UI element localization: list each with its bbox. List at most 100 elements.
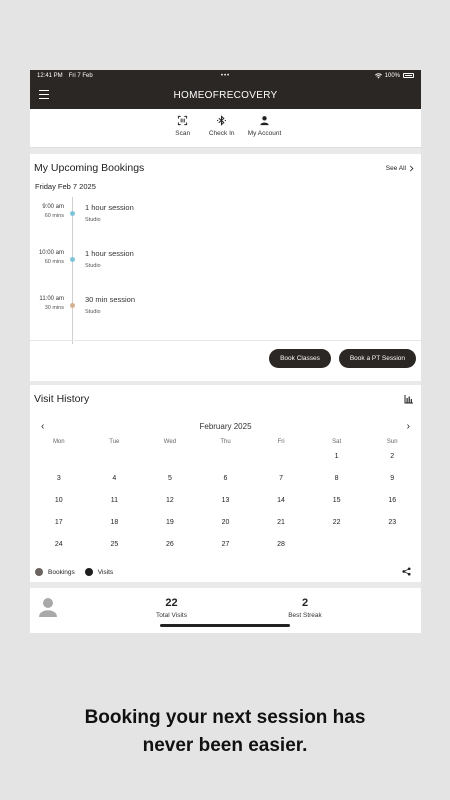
booking-start: 9:00 am [42, 204, 64, 210]
calendar-day[interactable]: 26 [142, 541, 198, 563]
booking-time: 9:00 am 60 mins [30, 203, 64, 221]
calendar-day[interactable]: 25 [87, 541, 143, 563]
weekday-header: Wed [163, 439, 177, 445]
calendar-day[interactable]: 5 [142, 475, 198, 497]
book-pt-session-button[interactable]: Book a PT Session [338, 349, 416, 368]
weekday-header: Tue [109, 439, 120, 445]
visit-history-title: Visit History [34, 393, 90, 405]
booking-item[interactable]: 9:00 am 60 mins 1 hour session Studio [30, 203, 421, 233]
avatar-icon[interactable] [39, 597, 57, 617]
calendar-empty-cell [87, 453, 143, 475]
calendar-day[interactable]: 2 [364, 453, 420, 475]
calendar-day[interactable]: 11 [87, 497, 143, 519]
prev-month-button[interactable]: ‹ [41, 421, 44, 432]
my-account-label: My Account [247, 130, 282, 137]
weekday-header: Sun [386, 439, 398, 445]
booking-name: 1 hour session [85, 203, 134, 212]
weekday-header: Thu [220, 439, 231, 445]
calendar-day[interactable]: 6 [198, 475, 254, 497]
stats-card: 22 Total Visits 2 Best Streak [30, 588, 421, 633]
booking-name: 1 hour session [85, 249, 134, 258]
calendar-day[interactable]: 28 [253, 541, 309, 563]
calendar-day[interactable]: 3 [31, 475, 87, 497]
calendar-day[interactable]: 20 [198, 519, 254, 541]
booking-item[interactable]: 10:00 am 60 mins 1 hour session Studio [30, 249, 421, 279]
calendar-day[interactable]: 9 [364, 475, 420, 497]
see-all-label: See All [385, 164, 406, 172]
battery-icon [403, 73, 414, 78]
month-label: February 2025 [199, 421, 252, 431]
calendar-empty-cell [198, 453, 254, 475]
legend-swatch [84, 568, 93, 576]
battery-percent: 100% [384, 72, 400, 79]
calendar-day[interactable]: 17 [31, 519, 87, 541]
best-streak-stat: 2 Best Streak [280, 597, 330, 619]
promo-caption: Booking your next session has never been… [0, 704, 450, 760]
weekday-header: Mon [52, 439, 65, 445]
share-icon[interactable] [402, 567, 411, 576]
status-bar: 12:41 PM Fri 7 Feb ••• 100% [30, 70, 421, 81]
booking-location: Studio [85, 217, 101, 223]
calendar-day[interactable]: 13 [198, 497, 254, 519]
check-in-label: Check In [208, 130, 235, 137]
total-visits-stat: 22 Total Visits [148, 597, 195, 619]
caption-line-1: Booking your next session has [84, 707, 366, 728]
scan-label: Scan [175, 130, 191, 137]
bar-chart-icon[interactable] [404, 394, 414, 404]
calendar-empty-cell [309, 541, 365, 563]
calendar-grid: Mon Tue Wed Thu Fri Sat Sun 1 2 3 4 5 6 7 8 9 10 11 12 13 14… [30, 439, 421, 563]
calendar-day[interactable]: 16 [364, 497, 420, 519]
visit-history-card: Visit History ‹ February 2025 › Mon Tue We… [30, 385, 421, 582]
book-classes-button[interactable]: Book Classes [269, 349, 331, 368]
calendar-day[interactable]: 18 [87, 519, 143, 541]
app-bar: HOMEOFRECOVERY [30, 81, 421, 109]
calendar-day[interactable]: 22 [309, 519, 365, 541]
calendar-day[interactable]: 7 [253, 475, 309, 497]
calendar-day[interactable]: 14 [253, 497, 309, 519]
calendar-empty-cell [31, 453, 87, 475]
booking-duration: 60 mins [44, 259, 64, 265]
calendar-day[interactable]: 10 [31, 497, 87, 519]
booking-dot [70, 303, 75, 308]
calendar-day[interactable]: 19 [142, 519, 198, 541]
booking-duration: 60 mins [44, 213, 64, 219]
calendar-day[interactable]: 23 [364, 519, 420, 541]
calendar-empty-cell [253, 453, 309, 475]
home-indicator[interactable] [160, 624, 290, 627]
see-all-link[interactable]: See All [386, 165, 414, 172]
legend-visits: Visits [84, 568, 113, 576]
month-selector: ‹ February 2025 › [30, 413, 421, 439]
calendar-day[interactable]: 8 [309, 475, 365, 497]
check-in-button[interactable]: Check In [209, 115, 235, 147]
chevron-right-icon [409, 165, 414, 171]
weekday-header: Fri [277, 439, 285, 445]
app-title: HOMEOFRECOVERY [173, 89, 278, 101]
calendar-legend: Bookings Visits [35, 568, 113, 576]
booking-duration: 30 mins [44, 305, 64, 311]
calendar-day[interactable]: 21 [253, 519, 309, 541]
calendar-day[interactable]: 1 [309, 453, 365, 475]
bookings-date: Friday Feb 7 2025 [35, 182, 96, 191]
scan-button[interactable]: Scan [170, 115, 196, 147]
bluetooth-icon [217, 115, 227, 126]
hamburger-icon[interactable] [39, 90, 49, 99]
best-streak-label: Best Streak [288, 612, 322, 619]
booking-item[interactable]: 11:00 am 30 mins 30 min session Studio [30, 295, 421, 325]
my-account-button[interactable]: My Account [247, 115, 282, 147]
calendar-day[interactable]: 27 [198, 541, 254, 563]
calendar-day[interactable]: 12 [142, 497, 198, 519]
booking-start: 10:00 am [38, 250, 64, 256]
device-screen: 12:41 PM Fri 7 Feb ••• 100% HOMEOFRECOVE… [30, 70, 421, 633]
booking-dot [70, 257, 75, 262]
next-month-button[interactable]: › [407, 421, 410, 432]
wifi-icon [374, 72, 382, 78]
total-visits-label: Total Visits [156, 612, 187, 619]
calendar-day[interactable]: 15 [309, 497, 365, 519]
calendar-empty-cell [142, 453, 198, 475]
booking-location: Studio [85, 309, 101, 315]
booking-location: Studio [85, 263, 101, 269]
calendar-day[interactable]: 4 [87, 475, 143, 497]
calendar-day[interactable]: 24 [31, 541, 87, 563]
booking-start: 11:00 am [39, 296, 64, 302]
multitask-dots-icon[interactable]: ••• [221, 73, 230, 79]
